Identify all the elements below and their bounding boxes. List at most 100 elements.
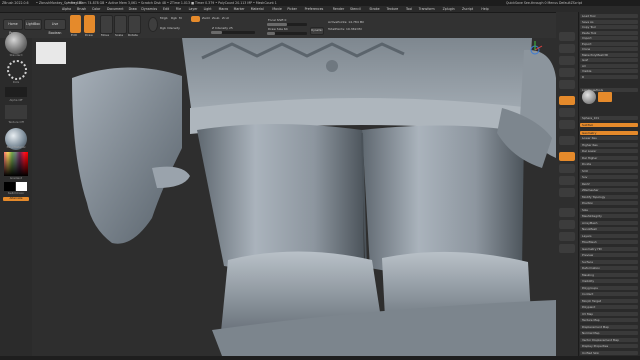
tool-menu-item[interactable]: Contact [582, 292, 638, 296]
menu-item-marker[interactable]: Marker [234, 7, 245, 11]
tool-menu-item[interactable]: Export [582, 42, 638, 46]
tool-menu-item[interactable]: Normal Map [582, 331, 638, 335]
tool-menu-item[interactable]: Paste Tool [582, 31, 638, 35]
material-sphere-icon[interactable] [148, 17, 158, 32]
tool-menu-item[interactable]: Suv [582, 175, 638, 179]
tool-menu-item[interactable]: Morph Target [582, 299, 638, 303]
model-viewport[interactable] [32, 38, 556, 356]
dots-stroke-icon[interactable] [7, 60, 27, 80]
menu-item-draw[interactable]: Draw [129, 7, 137, 11]
rotate-button[interactable] [128, 15, 141, 34]
alpha-off-icon[interactable] [5, 87, 27, 97]
tool-menu-item[interactable]: Import [582, 36, 638, 40]
tool-menu-item[interactable]: Del Higher [582, 156, 638, 160]
xyz-button[interactable] [559, 136, 575, 145]
transp-button[interactable] [559, 220, 575, 229]
floor-button[interactable] [559, 108, 575, 117]
home-page-button[interactable]: Home Page [3, 19, 23, 35]
tool-menu-item[interactable]: Deformation [582, 266, 638, 270]
menu-item-macro[interactable]: Macro [219, 7, 229, 11]
tool-menu-item[interactable]: Save As [582, 20, 638, 24]
dynamic-button[interactable]: Dynamic [310, 27, 324, 35]
menu-item-brush[interactable]: Brush [77, 7, 86, 11]
menu-item-color[interactable]: Color [92, 7, 100, 11]
bpr-button[interactable] [559, 32, 575, 41]
actual-button[interactable] [559, 68, 575, 77]
rgb-label[interactable]: Rgb [171, 16, 177, 20]
main-color-swatch[interactable] [4, 182, 15, 191]
tool-menu-item[interactable]: Size [582, 208, 638, 212]
menu-item-preferences[interactable]: Preferences [305, 7, 324, 11]
texture-off-icon[interactable] [5, 105, 27, 119]
tool-menu-item[interactable]: Masking [582, 273, 638, 277]
menu-item-stroke[interactable]: Stroke [369, 7, 379, 11]
move-view-button[interactable] [559, 164, 575, 173]
tool-menu-item[interactable]: Geometry HD [582, 247, 638, 251]
tool-menu-item[interactable]: Vector Displacement Map [582, 338, 638, 342]
menu-item-edit[interactable]: Edit [163, 7, 169, 11]
tool-menu-item[interactable]: Smt [582, 169, 638, 173]
tool-menu-item[interactable]: Polygroups [582, 286, 638, 290]
draw-button[interactable] [84, 15, 95, 33]
aahalf-button[interactable] [559, 80, 575, 89]
zadd-button[interactable] [191, 16, 200, 22]
edit-button[interactable] [70, 15, 81, 33]
tool-menu-item[interactable]: NanoMesh [582, 227, 638, 231]
tool-menu-item[interactable]: Displacement Map [582, 325, 638, 329]
tool-menu-item[interactable]: Make PolyMesh3D [582, 53, 638, 57]
m-label[interactable]: M [179, 16, 182, 20]
menu-item-stencil[interactable]: Stencil [350, 7, 361, 11]
xpose-button[interactable] [559, 244, 575, 253]
tool-menu-item[interactable]: All [582, 64, 638, 68]
zsub-label[interactable]: Zsub [212, 16, 219, 20]
tool-menu-item[interactable]: Geometry [582, 131, 638, 135]
tool-menu-item[interactable]: MeshIntegrity [582, 214, 638, 218]
menu-item-tool[interactable]: Tool [406, 7, 412, 11]
tool-menu-item[interactable]: ZRemesher [582, 188, 638, 192]
live-boolean-button[interactable]: Live Boolean [44, 19, 66, 35]
tool-menu-item[interactable]: FiberMesh [582, 240, 638, 244]
rotate-view-button[interactable] [559, 188, 575, 197]
tool-menu-item[interactable]: R [582, 75, 638, 79]
zoom3d-button[interactable] [559, 176, 575, 185]
move-button[interactable] [100, 15, 113, 34]
menu-item-zscript[interactable]: Zscript [462, 7, 473, 11]
tool-menu-item[interactable]: ReUV [582, 182, 638, 186]
draw-size-slider[interactable] [267, 32, 307, 35]
tool-menu-item[interactable]: Divide [582, 162, 638, 166]
solo-button[interactable] [559, 232, 575, 241]
focal-shift-slider[interactable] [267, 23, 307, 26]
spix-button[interactable] [559, 44, 575, 53]
mrgb-label[interactable]: Mrgb [160, 16, 168, 20]
menu-item-document[interactable]: Document [107, 7, 124, 11]
menu-item-dynamics[interactable]: Dynamics [141, 7, 157, 11]
tool-menu-item[interactable]: Lower Res [582, 136, 638, 140]
zcut-label[interactable]: Zcut [222, 16, 229, 20]
menu-item-file[interactable]: File [176, 7, 181, 11]
local-button[interactable] [559, 120, 575, 129]
tool-menu-item[interactable]: Polypaint [582, 305, 638, 309]
tool-menu-item[interactable]: GoZ [582, 58, 638, 62]
menu-item-zplugin[interactable]: Zplugin [443, 7, 455, 11]
tool-menu-item[interactable]: Higher Res [582, 143, 638, 147]
tool-menu-item[interactable]: Surface [582, 260, 638, 264]
zoom-button[interactable] [559, 56, 575, 65]
tool-menu-item[interactable]: Visible [582, 69, 638, 73]
tool-menu-item[interactable]: UV Map [582, 312, 638, 316]
tool-menu-item[interactable]: Display Properties [582, 344, 638, 348]
tool-menu-item[interactable]: Unified Skin [582, 351, 638, 355]
standard-brush-icon[interactable] [5, 32, 27, 54]
tool-menu-item[interactable]: Position [582, 201, 638, 205]
menu-item-render[interactable]: Render [333, 7, 344, 11]
goz-button[interactable] [598, 92, 612, 102]
title-right[interactable]: QuickSave See-through 0 Menus DefaultZSc… [506, 1, 582, 5]
tool-menu-item[interactable]: SubTool [582, 123, 638, 127]
menu-item-help[interactable]: Help [481, 7, 488, 11]
document-canvas[interactable] [32, 38, 556, 356]
z-intensity-slider[interactable] [211, 31, 255, 34]
tool-menu-item[interactable]: Load Tool [582, 14, 638, 18]
tool-menu-item[interactable]: Sphere_101 [582, 116, 638, 120]
tool-menu-item[interactable]: ArrayMesh [582, 221, 638, 225]
tool-menu-item[interactable]: Preview [582, 253, 638, 257]
menu-item-material[interactable]: Material [251, 7, 264, 11]
